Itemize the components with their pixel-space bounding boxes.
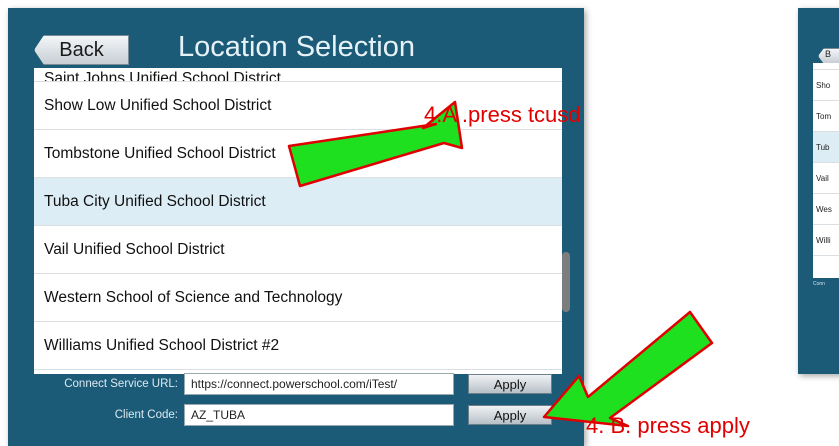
apply-client-code-button[interactable]: Apply [468, 405, 552, 425]
list-item-label: Tuba City Unified School District [44, 192, 266, 210]
list-item-label: Western School of Science and Technology [44, 288, 343, 306]
list-item[interactable]: Tom [813, 101, 839, 132]
list-item-label: Tombstone Unified School District [44, 144, 276, 162]
list-item[interactable]: Tombstone Unified School District [34, 130, 562, 178]
list-item-label: Saint Johns Unified School District [44, 70, 281, 82]
client-code-label: Client Code: [114, 409, 178, 421]
connect-url-label-preview: Conn [813, 281, 825, 287]
list-item[interactable]: Williams Unified School District #2 [34, 322, 562, 370]
list-item[interactable]: Vail [813, 163, 839, 194]
back-button-preview[interactable]: B [818, 48, 839, 64]
list-item[interactable]: Saint Johns Unified School District [34, 68, 562, 82]
page-title: Location Selection [178, 31, 415, 63]
list-item[interactable]: Sho [813, 70, 839, 101]
list-scrollbar[interactable] [562, 252, 570, 312]
apply-url-button[interactable]: Apply [468, 374, 552, 394]
list-item[interactable]: Vail Unified School District [34, 226, 562, 274]
connect-url-input[interactable]: https://connect.powerschool.com/iTest/ [184, 373, 454, 395]
list-item[interactable]: Wes [813, 194, 839, 225]
annotation-step-a: 4.A .press tcusd [424, 102, 581, 127]
client-code-input[interactable]: AZ_TUBA [184, 404, 454, 426]
list-item-label: Vail Unified School District [44, 240, 225, 258]
list-item[interactable]: Western School of Science and Technology [34, 274, 562, 322]
list-item-selected[interactable]: Tuba City Unified School District [34, 178, 562, 226]
list-item-label: Williams Unified School District #2 [44, 336, 280, 354]
location-selection-panel-preview: B Sho Tom Tub Vail Wes Willi Conn [798, 8, 839, 374]
list-item-selected[interactable]: Tub [813, 132, 839, 163]
list-item[interactable]: Willi [813, 225, 839, 256]
list-item [813, 63, 839, 70]
list-item-label: Show Low Unified School District [44, 96, 272, 114]
back-button[interactable]: Back [34, 35, 129, 65]
annotation-step-b: 4. B. press apply [586, 413, 750, 438]
connect-url-label: Connect Service URL: [64, 378, 178, 390]
district-list-preview: Sho Tom Tub Vail Wes Willi [813, 63, 839, 278]
